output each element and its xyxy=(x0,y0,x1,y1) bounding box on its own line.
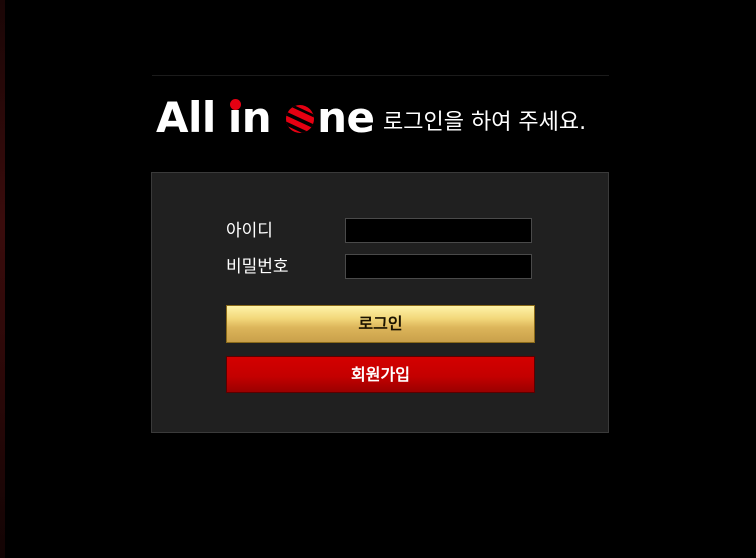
logo-letter-i: i xyxy=(227,93,242,142)
id-label: 아이디 xyxy=(226,221,273,241)
header-divider xyxy=(152,75,609,76)
logo-red-dot xyxy=(229,99,241,110)
password-label: 비밀번호 xyxy=(226,257,289,277)
password-input[interactable] xyxy=(345,254,532,279)
id-input[interactable] xyxy=(345,218,532,243)
logo-letter-n: n xyxy=(241,93,272,142)
login-panel: 아이디 비밀번호 로그인 회원가입 xyxy=(151,172,609,433)
login-prompt: 로그인을 하여 주세요. xyxy=(383,110,587,135)
logo-word-all: All xyxy=(156,93,216,142)
background-edge xyxy=(0,0,5,558)
logo-word-ne: ne xyxy=(317,93,375,142)
signup-button[interactable]: 회원가입 xyxy=(226,356,535,393)
logo-o-mark-icon xyxy=(286,105,315,133)
brand-logo: All in ne xyxy=(156,92,375,140)
login-button[interactable]: 로그인 xyxy=(226,305,535,343)
login-page: All in ne 로그인을 하여 주세요. 아이디 비밀번호 로그인 회원가입 xyxy=(0,0,756,558)
